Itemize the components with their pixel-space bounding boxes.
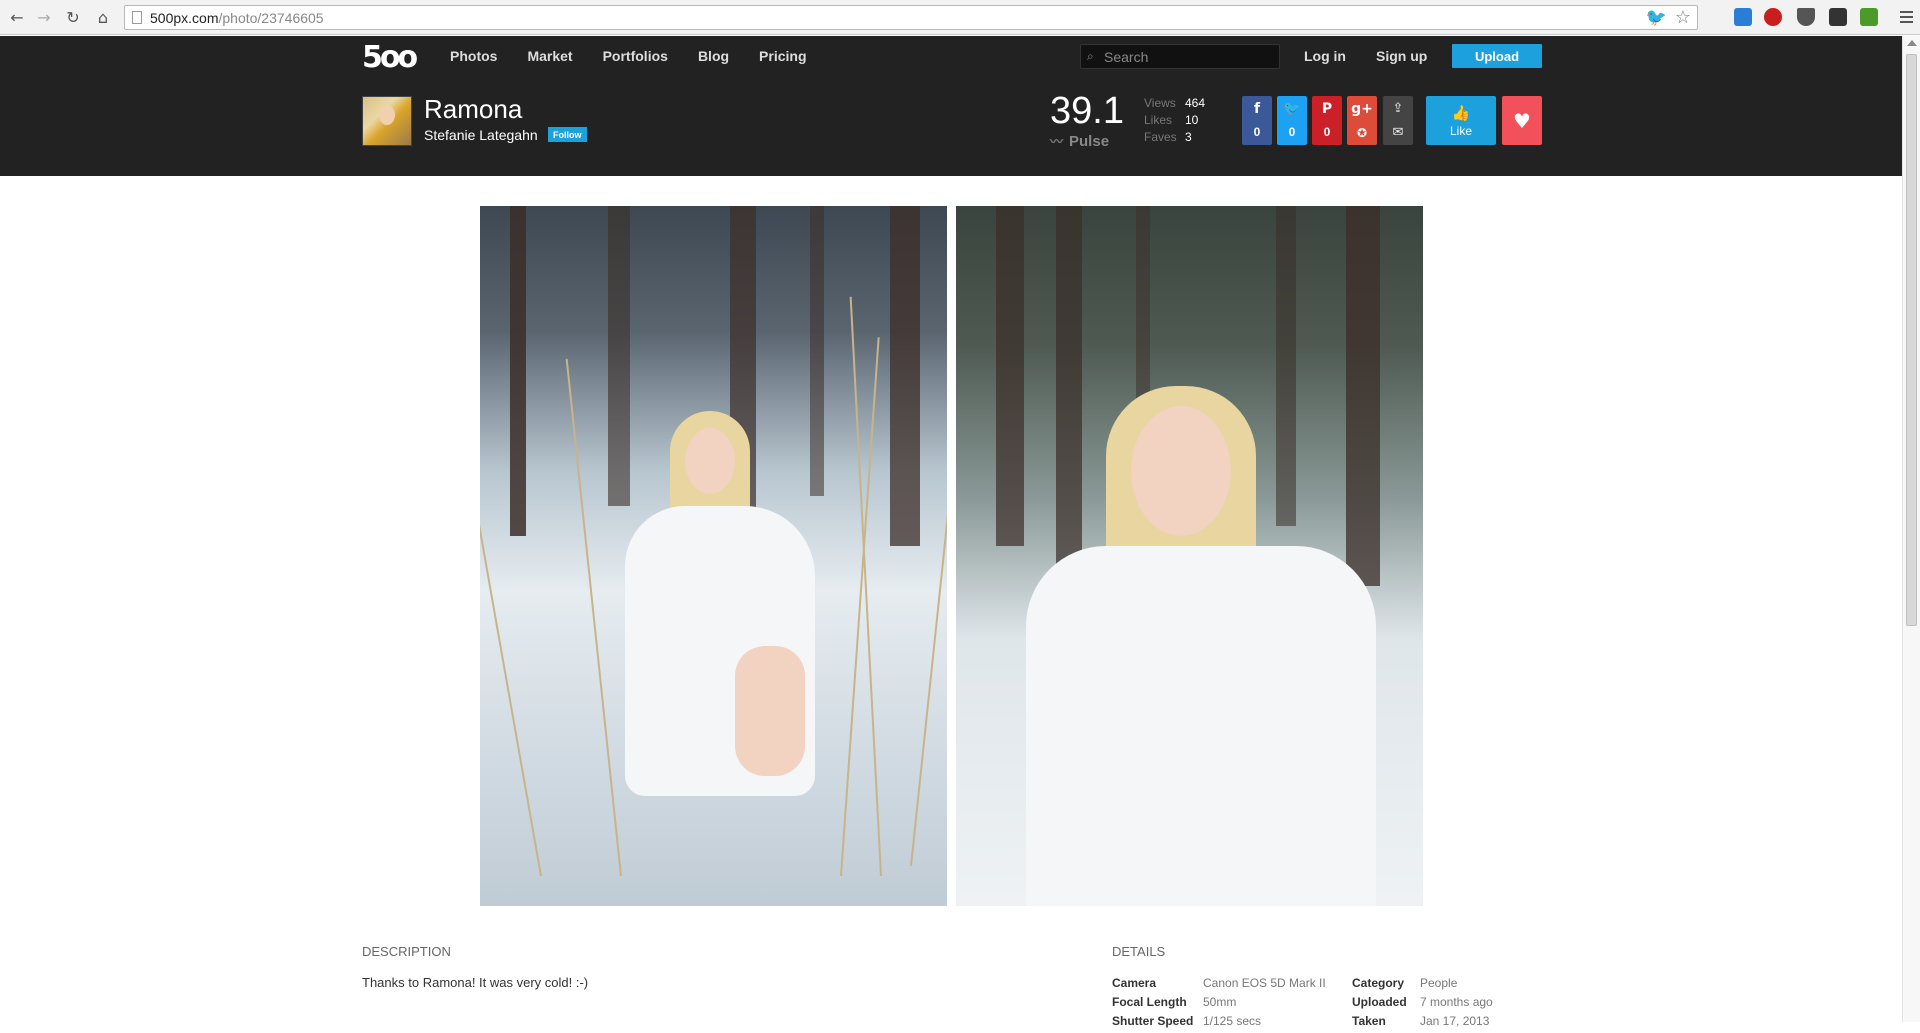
twitter-bird-icon: 🐦 [1283,101,1301,117]
pulse-icon: 〰 [1050,135,1064,150]
details-table: Camera Canon EOS 5D Mark II Category Peo… [1112,976,1493,1033]
follow-button[interactable]: Follow [548,127,587,142]
forward-icon[interactable]: → [33,6,55,28]
favorite-button[interactable]: ♥ [1502,96,1542,145]
extension-screenshot-icon[interactable] [1829,8,1847,26]
search-icon: ⌕ [1087,49,1094,63]
page-scrollbar[interactable] [1902,36,1920,1022]
description-text: Thanks to Ramona! It was very cold! :-) [362,975,589,990]
scroll-thumb[interactable] [1906,54,1917,626]
home-icon[interactable]: ⌂ [92,6,114,28]
evernote-icon[interactable] [1860,8,1878,26]
legs [735,646,805,776]
author-name[interactable]: Stefanie Lategahn [424,127,538,143]
heart-icon: ♥ [1513,108,1531,133]
signup-link[interactable]: Sign up [1376,48,1427,64]
grass-stalk [849,296,882,877]
browser-menu-icon[interactable] [1896,5,1916,29]
pulse-value: 39.1 [1050,90,1124,132]
share-pinterest-button[interactable]: P 0 [1312,96,1342,145]
description-heading: DESCRIPTION [362,944,451,959]
500px-logo[interactable]: 5oo [362,40,418,75]
details-row: Focal Length 50mm Uploaded 7 months ago [1112,995,1493,1009]
login-link[interactable]: Log in [1304,48,1346,64]
tree-trunk [890,206,920,546]
stat-views: Views 464 [1144,96,1206,110]
details-heading: DETAILS [1112,944,1166,959]
figure-body [1026,546,1376,906]
details-row: Camera Canon EOS 5D Mark II Category Peo… [1112,976,1458,990]
google-plus-icon: g+ [1351,101,1373,117]
nav-portfolios[interactable]: Portfolios [603,48,668,64]
avatar[interactable] [362,96,412,146]
pulse-label: 〰 Pulse [1050,133,1110,150]
scroll-up-arrow-icon[interactable] [1907,40,1917,46]
upload-button[interactable]: Upload [1452,44,1542,68]
grass-stalk [840,337,880,877]
back-icon[interactable]: ← [6,6,28,28]
extension-chat-icon[interactable] [1734,8,1752,26]
tree-trunk [510,206,526,536]
search-input[interactable] [1104,48,1274,66]
tree-trunk [1056,206,1082,566]
embed-icon[interactable]: ⇪ [1383,96,1413,120]
nav-blog[interactable]: Blog [698,48,729,64]
share-twitter-button[interactable]: 🐦 0 [1277,96,1307,145]
twitter-icon[interactable]: 🐦 [1646,8,1667,28]
page-icon [132,11,142,24]
share-google-plus-button[interactable]: g+ ✪ [1347,96,1377,145]
tree-trunk [1346,206,1380,586]
nav-photos[interactable]: Photos [450,48,497,64]
main-nav: Photos Market Portfolios Blog Pricing [450,48,837,64]
photo-stats: Views 464 Likes 10 Faves 3 [1144,96,1205,147]
extension-new-icon[interactable] [1764,8,1782,26]
stumbleupon-icon[interactable]: ✪ [1357,122,1367,144]
tree-trunk [810,206,824,496]
pocket-icon[interactable] [1797,8,1815,26]
pinterest-icon: P [1321,101,1333,117]
stat-likes: Likes 10 [1144,113,1199,127]
tree-trunk [608,206,630,506]
nav-market[interactable]: Market [527,48,572,64]
photo-left[interactable] [480,206,947,906]
photo-right[interactable] [956,206,1423,906]
address-bar[interactable]: 500px.com/photo/23746605 🐦 ☆ [124,5,1698,30]
stat-faves: Faves 3 [1144,130,1192,144]
email-icon[interactable]: ✉ [1383,120,1413,144]
face [1131,406,1231,536]
site-header: 5oo Photos Market Portfolios Blog Pricin… [0,36,1902,176]
share-facebook-button[interactable]: f 0 [1242,96,1272,145]
url-text: 500px.com/photo/23746605 [150,10,324,26]
search-box: ⌕ [1080,44,1280,69]
browser-toolbar: ← → ↻ ⌂ 500px.com/photo/23746605 🐦 ☆ [0,0,1920,35]
face [685,428,735,494]
tree-trunk [1276,206,1296,526]
thumbs-up-icon: 👍 [1451,103,1471,122]
star-icon[interactable]: ☆ [1675,7,1691,28]
details-row: Shutter Speed 1/125 secs Taken Jan 17, 2… [1112,1014,1490,1028]
like-button[interactable]: 👍 Like [1426,96,1496,145]
facebook-icon: f [1253,101,1261,117]
share-misc-group: ⇪ ✉ [1383,96,1413,145]
tree-trunk [996,206,1024,546]
nav-pricing[interactable]: Pricing [759,48,806,64]
reload-icon[interactable]: ↻ [62,6,84,28]
photo-title: Ramona [424,94,523,124]
